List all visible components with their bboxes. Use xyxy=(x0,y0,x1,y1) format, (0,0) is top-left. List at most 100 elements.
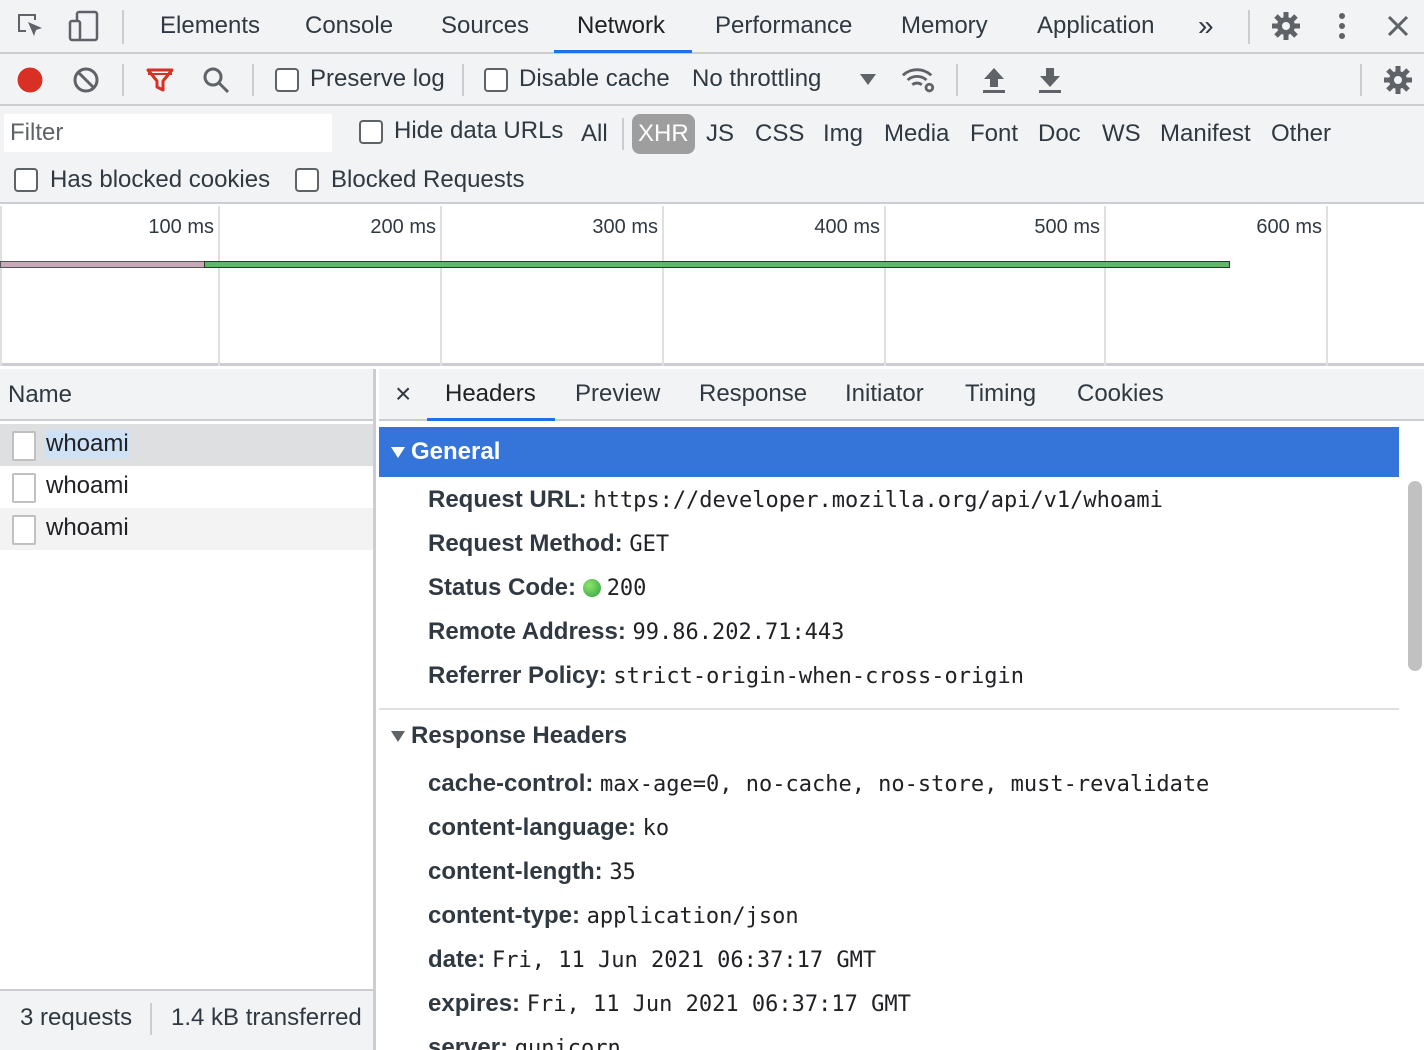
request-row[interactable]: whoami xyxy=(0,424,373,466)
timeline-overview[interactable]: 100 ms 200 ms 300 ms 400 ms 500 ms 600 m… xyxy=(0,206,1424,366)
type-filter-doc[interactable]: Doc xyxy=(1034,114,1085,154)
header-row: Referrer Policy: strict-origin-when-cros… xyxy=(428,654,1024,698)
request-row[interactable]: whoami xyxy=(0,466,373,508)
scrollbar[interactable] xyxy=(1400,421,1424,1050)
filter-input[interactable] xyxy=(4,114,332,152)
triangle-down-icon xyxy=(391,731,405,742)
type-filter-other[interactable]: Other xyxy=(1267,114,1335,154)
divider xyxy=(150,1003,152,1035)
type-filter-css[interactable]: CSS xyxy=(751,114,808,154)
status-ok-dot-icon xyxy=(582,579,601,597)
gridline xyxy=(1104,206,1106,366)
tab-elements[interactable]: Elements xyxy=(160,0,260,52)
section-title: General xyxy=(411,438,501,465)
type-filter-all[interactable]: All xyxy=(577,114,612,154)
divider xyxy=(462,64,464,96)
header-row: content-language: ko xyxy=(428,806,669,850)
type-filter-font[interactable]: Font xyxy=(966,114,1022,154)
type-filter-js[interactable]: JS xyxy=(702,114,738,154)
tab-headers[interactable]: Headers xyxy=(445,369,536,421)
timeline-waiting-bar xyxy=(0,261,205,268)
preserve-log-checkbox[interactable] xyxy=(275,68,299,92)
header-key: Status Code: xyxy=(428,574,583,601)
scrollbar-thumb[interactable] xyxy=(1408,481,1422,671)
blocked-requests-checkbox[interactable] xyxy=(295,168,319,192)
has-blocked-cookies-label: Has blocked cookies xyxy=(50,166,271,193)
gridline xyxy=(1326,206,1328,366)
header-row: Status Code: 200 xyxy=(428,566,646,610)
detail-tab-bar: × Headers Preview Response Initiator Tim… xyxy=(379,369,1424,421)
header-value: strict-origin-when-cross-origin xyxy=(613,664,1025,689)
divider xyxy=(252,64,254,96)
more-options-icon[interactable] xyxy=(1324,8,1360,44)
tab-preview[interactable]: Preview xyxy=(575,369,660,421)
section-divider xyxy=(379,708,1399,710)
header-row: Remote Address: 99.86.202.71:443 xyxy=(428,610,844,654)
chevron-down-icon[interactable] xyxy=(860,74,876,85)
network-settings-gear-icon[interactable] xyxy=(1380,62,1416,98)
disable-cache-checkbox[interactable] xyxy=(484,68,508,92)
header-key: Referrer Policy: xyxy=(428,662,614,689)
blocked-requests-label: Blocked Requests xyxy=(331,166,525,193)
tab-cookies[interactable]: Cookies xyxy=(1077,369,1164,421)
clear-icon[interactable] xyxy=(68,62,104,98)
header-key: Request Method: xyxy=(428,530,630,557)
request-row[interactable]: whoami xyxy=(0,508,373,550)
header-row: server: gunicorn xyxy=(428,1026,621,1050)
hide-data-urls-checkbox[interactable] xyxy=(359,120,383,144)
tab-performance[interactable]: Performance xyxy=(715,0,852,52)
divider xyxy=(1248,10,1250,44)
header-value: 35 xyxy=(609,860,636,885)
header-value: Fri, 11 Jun 2021 06:37:17 GMT xyxy=(492,948,877,973)
export-har-download-icon[interactable] xyxy=(1032,62,1068,98)
header-value: ko xyxy=(642,816,670,841)
tab-memory[interactable]: Memory xyxy=(901,0,988,52)
active-tab-indicator xyxy=(554,50,692,53)
section-general-header[interactable]: General xyxy=(379,427,1399,477)
type-filter-xhr[interactable]: XHR xyxy=(632,114,695,154)
header-value: 200 xyxy=(606,576,647,601)
search-icon[interactable] xyxy=(198,62,234,98)
divider xyxy=(1360,64,1362,96)
header-value: Fri, 11 Jun 2021 06:37:17 GMT xyxy=(526,992,911,1017)
request-detail-pane: × Headers Preview Response Initiator Tim… xyxy=(379,369,1424,1050)
tab-sources[interactable]: Sources xyxy=(441,0,529,52)
device-toolbar-icon[interactable] xyxy=(66,8,102,44)
type-filter-ws[interactable]: WS xyxy=(1098,114,1145,154)
gridline xyxy=(218,206,220,366)
inspect-element-icon[interactable] xyxy=(12,8,48,44)
name-column-header[interactable]: Name xyxy=(0,369,373,421)
header-value: gunicorn xyxy=(514,1036,621,1050)
file-icon xyxy=(12,431,36,461)
throttling-select[interactable]: No throttling xyxy=(692,65,821,93)
record-icon[interactable] xyxy=(12,62,48,98)
tab-application[interactable]: Application xyxy=(1037,0,1154,52)
header-row: date: Fri, 11 Jun 2021 06:37:17 GMT xyxy=(428,938,876,982)
gridline xyxy=(662,206,664,366)
close-devtools-icon[interactable] xyxy=(1380,8,1416,44)
filter-funnel-icon[interactable] xyxy=(142,62,178,98)
import-har-upload-icon[interactable] xyxy=(976,62,1012,98)
section-response-headers-header[interactable]: Response Headers xyxy=(379,711,1399,761)
tab-initiator[interactable]: Initiator xyxy=(845,369,924,421)
request-list-pane: Name whoami whoami whoami 3 requests 1.4… xyxy=(0,369,376,1050)
tab-response[interactable]: Response xyxy=(699,369,807,421)
header-key: server: xyxy=(428,1034,515,1050)
type-filter-img[interactable]: Img xyxy=(819,114,867,154)
type-filter-media[interactable]: Media xyxy=(880,114,953,154)
tab-timing[interactable]: Timing xyxy=(965,369,1036,421)
tab-console[interactable]: Console xyxy=(305,0,393,52)
gridline xyxy=(0,206,2,366)
request-count: 3 requests xyxy=(20,1004,133,1031)
header-row: Request URL: https://developer.mozilla.o… xyxy=(428,478,1163,522)
type-filter-manifest[interactable]: Manifest xyxy=(1156,114,1255,154)
more-tabs-button[interactable]: » xyxy=(1198,0,1214,52)
tick-label: 300 ms xyxy=(592,216,658,238)
network-conditions-icon[interactable] xyxy=(900,62,936,98)
tab-network[interactable]: Network xyxy=(577,0,665,52)
close-detail-button[interactable]: × xyxy=(395,369,411,421)
disable-cache-label: Disable cache xyxy=(519,65,670,92)
has-blocked-cookies-checkbox[interactable] xyxy=(14,168,38,192)
settings-gear-icon[interactable] xyxy=(1268,8,1304,44)
gridline xyxy=(884,206,886,366)
